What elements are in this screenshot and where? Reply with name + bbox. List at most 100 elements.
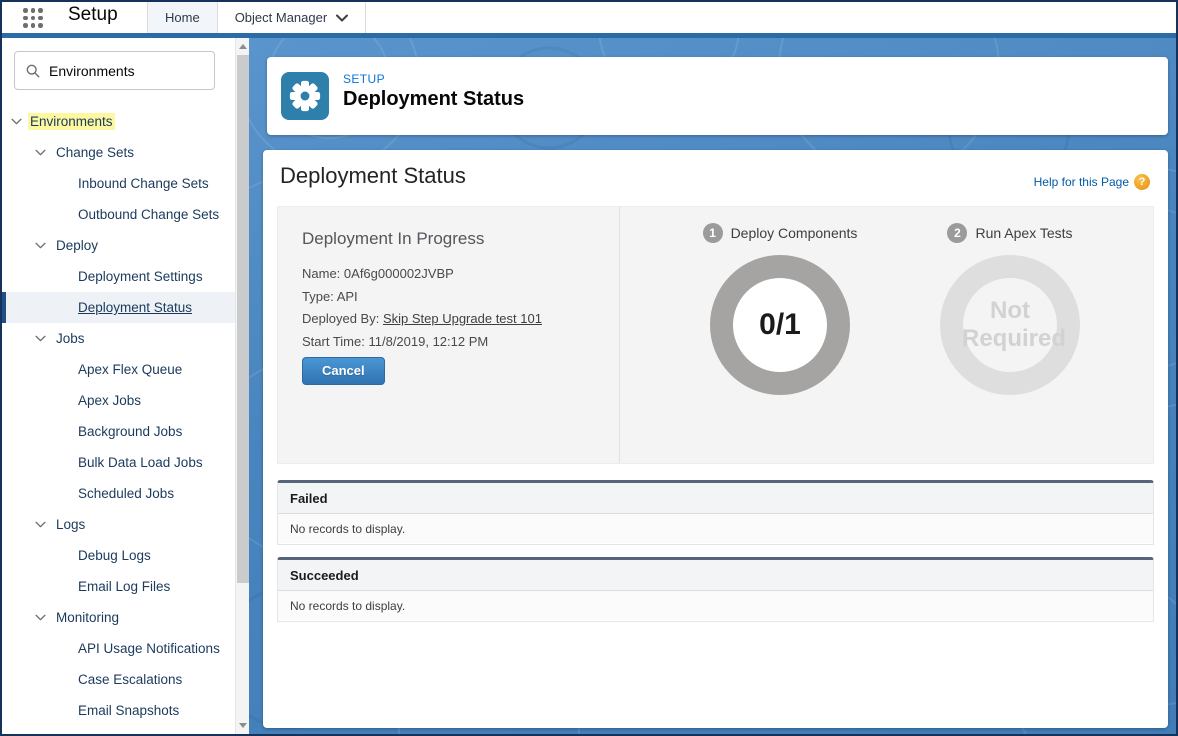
sidebar-item-debug-logs[interactable]: Debug Logs xyxy=(2,540,235,571)
question-mark-badge-icon: ? xyxy=(1134,174,1150,190)
sidebar-item-deployment-settings[interactable]: Deployment Settings xyxy=(2,261,235,292)
page-header-eyebrow: SETUP xyxy=(343,72,385,86)
sidebar-item-label: Deployment Status xyxy=(78,300,192,315)
apex-tests-status-value: Not Required xyxy=(962,297,1058,352)
field-name: Name: 0Af6g000002JVBP xyxy=(302,263,542,286)
setup-nav-tree: Environments Change Sets Inbound Change … xyxy=(2,106,235,726)
deployment-status-heading: Deployment In Progress xyxy=(302,229,484,249)
deployment-details: Deployment In Progress Name: 0Af6g000002… xyxy=(278,207,620,463)
field-type: Type: API xyxy=(302,286,542,309)
gear-icon xyxy=(289,80,321,112)
sidebar-item-deployment-status[interactable]: Deployment Status xyxy=(2,292,235,323)
chevron-down-icon xyxy=(35,614,46,621)
sidebar-item-email-snapshots[interactable]: Email Snapshots xyxy=(2,695,235,726)
sidebar-scrollbar[interactable] xyxy=(235,38,249,734)
chevron-down-icon xyxy=(35,335,46,342)
sidebar-item-label: Jobs xyxy=(56,331,85,346)
sidebar-item-label: Logs xyxy=(56,517,85,532)
scrollbar-thumb[interactable] xyxy=(237,55,249,583)
chevron-down-icon xyxy=(35,149,46,156)
setup-sidebar: Environments Change Sets Inbound Change … xyxy=(2,38,235,734)
deploy-progress-value: 0/1 xyxy=(759,308,801,342)
sidebar-item-change-sets[interactable]: Change Sets xyxy=(2,137,235,168)
scroll-down-icon[interactable] xyxy=(239,723,247,728)
sidebar-item-jobs[interactable]: Jobs xyxy=(2,323,235,354)
step-label: Deploy Components xyxy=(731,225,858,241)
sidebar-item-logs[interactable]: Logs xyxy=(2,509,235,540)
sidebar-item-api-usage-notifications[interactable]: API Usage Notifications xyxy=(2,633,235,664)
search-icon xyxy=(26,64,40,78)
sidebar-item-label: Background Jobs xyxy=(78,424,182,439)
tab-home-label: Home xyxy=(165,10,200,25)
chevron-down-icon xyxy=(11,118,22,125)
sidebar-item-background-jobs[interactable]: Background Jobs xyxy=(2,416,235,447)
sidebar-item-label: Email Log Files xyxy=(78,579,170,594)
sidebar-item-label: Deployment Settings xyxy=(78,269,203,284)
apex-tests-donut: Not Required xyxy=(940,255,1080,395)
step-run-apex-tests: 2 Run Apex Tests Not Required xyxy=(925,207,1095,463)
failed-section: Failed No records to display. xyxy=(277,480,1154,545)
card-title: Deployment Status xyxy=(280,163,466,189)
sidebar-item-environments[interactable]: Environments xyxy=(2,106,235,137)
sidebar-item-outbound-change-sets[interactable]: Outbound Change Sets xyxy=(2,199,235,230)
global-header: Setup Home Object Manager xyxy=(2,2,1176,33)
page-title: Deployment Status xyxy=(343,88,524,111)
step-deploy-components: 1 Deploy Components 0/1 xyxy=(695,207,865,463)
sidebar-item-label: Change Sets xyxy=(56,145,134,160)
sidebar-item-label: Debug Logs xyxy=(78,548,151,563)
sidebar-item-label: Case Escalations xyxy=(78,672,182,687)
sidebar-item-label: Bulk Data Load Jobs xyxy=(78,455,203,470)
chevron-down-icon xyxy=(336,14,348,22)
sidebar-item-label: Deploy xyxy=(56,238,98,253)
deployment-status-card: Deployment Status Help for this Page ? D… xyxy=(263,150,1168,728)
app-name: Setup xyxy=(68,4,118,26)
help-link-label: Help for this Page xyxy=(1034,175,1129,189)
failed-section-title: Failed xyxy=(278,483,1153,514)
salesforce-setup-window: Setup Home Object Manager Environments C xyxy=(0,0,1178,736)
tab-home[interactable]: Home xyxy=(147,2,218,33)
sidebar-item-label: Monitoring xyxy=(56,610,119,625)
cancel-button[interactable]: Cancel xyxy=(302,357,385,385)
step-number-badge: 1 xyxy=(703,223,723,243)
deployment-fields: Name: 0Af6g000002JVBP Type: API Deployed… xyxy=(302,263,542,353)
sidebar-item-label: Apex Jobs xyxy=(78,393,141,408)
succeeded-section-title: Succeeded xyxy=(278,560,1153,591)
sidebar-item-label: Inbound Change Sets xyxy=(78,176,209,191)
sidebar-item-scheduled-jobs[interactable]: Scheduled Jobs xyxy=(2,478,235,509)
tab-object-manager[interactable]: Object Manager xyxy=(218,2,367,33)
field-deployed-by: Deployed By: Skip Step Upgrade test 101 xyxy=(302,308,542,331)
sidebar-item-label: Environments xyxy=(28,113,115,130)
search-input[interactable] xyxy=(49,63,203,79)
sidebar-item-apex-jobs[interactable]: Apex Jobs xyxy=(2,385,235,416)
sidebar-item-bulk-data-load-jobs[interactable]: Bulk Data Load Jobs xyxy=(2,447,235,478)
sidebar-item-case-escalations[interactable]: Case Escalations xyxy=(2,664,235,695)
step-label: Run Apex Tests xyxy=(975,225,1072,241)
global-tabs: Home Object Manager xyxy=(147,2,366,33)
sidebar-item-apex-flex-queue[interactable]: Apex Flex Queue xyxy=(2,354,235,385)
sidebar-item-label: Apex Flex Queue xyxy=(78,362,182,377)
failed-section-empty-text: No records to display. xyxy=(278,514,1153,543)
sidebar-item-inbound-change-sets[interactable]: Inbound Change Sets xyxy=(2,168,235,199)
succeeded-section-empty-text: No records to display. xyxy=(278,591,1153,620)
field-start-time: Start Time: 11/8/2019, 12:12 PM xyxy=(302,331,542,354)
sidebar-item-email-log-files[interactable]: Email Log Files xyxy=(2,571,235,602)
help-for-this-page-link[interactable]: Help for this Page ? xyxy=(1034,174,1150,190)
chevron-down-icon xyxy=(35,242,46,249)
deployed-by-link[interactable]: Skip Step Upgrade test 101 xyxy=(383,311,542,326)
scroll-up-icon[interactable] xyxy=(239,44,247,49)
deploy-components-donut: 0/1 xyxy=(710,255,850,395)
sidebar-item-deploy[interactable]: Deploy xyxy=(2,230,235,261)
sidebar-search xyxy=(14,51,215,90)
setup-gear-tile xyxy=(281,72,329,120)
app-launcher-icon[interactable] xyxy=(23,8,43,28)
sidebar-item-label: Outbound Change Sets xyxy=(78,207,219,222)
page-header-card: SETUP Deployment Status xyxy=(267,57,1168,135)
sidebar-item-monitoring[interactable]: Monitoring xyxy=(2,602,235,633)
setup-content-canvas: SETUP Deployment Status Deployment Statu… xyxy=(249,38,1176,734)
sidebar-item-label: Scheduled Jobs xyxy=(78,486,174,501)
succeeded-section: Succeeded No records to display. xyxy=(277,557,1154,622)
step-number-badge: 2 xyxy=(947,223,967,243)
chevron-down-icon xyxy=(35,521,46,528)
sidebar-item-label: Email Snapshots xyxy=(78,703,179,718)
sidebar-item-label: API Usage Notifications xyxy=(78,641,220,656)
